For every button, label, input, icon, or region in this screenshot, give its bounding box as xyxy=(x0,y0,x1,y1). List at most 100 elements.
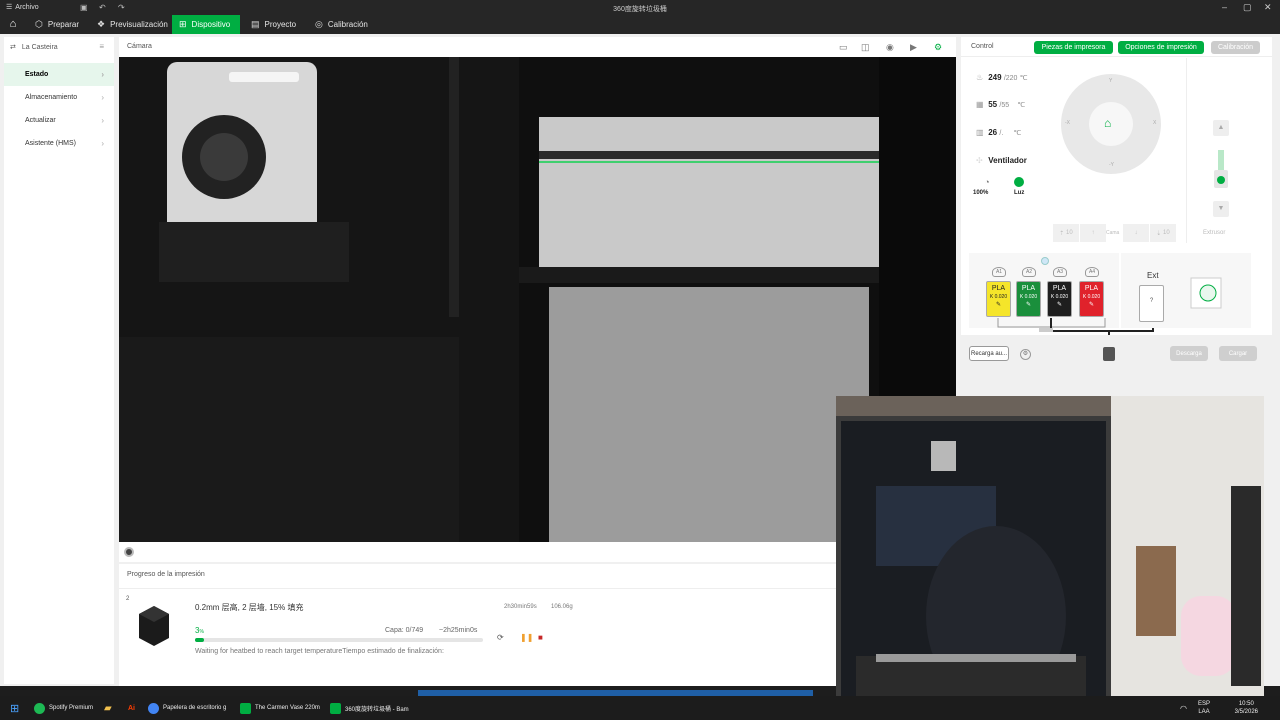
taskbar-app-label: Spotify Premium xyxy=(49,705,94,711)
bed-down-10-button[interactable]: ⇣ 10 xyxy=(1150,224,1176,242)
sd-card-icon[interactable]: ▭ xyxy=(839,42,848,53)
taskbar: ⊞ Spotify Premium ▰ Ai Papelera de escri… xyxy=(0,690,1280,720)
printer-parts-button[interactable]: Piezas de impresora xyxy=(1034,41,1113,54)
tab-project[interactable]: ▤ Proyecto xyxy=(244,15,303,34)
settings-icon[interactable]: ⚙ xyxy=(934,42,942,53)
taskbar-app-bambu-1[interactable]: The Carmen Vase 220m xyxy=(240,700,320,716)
chevron-right-icon: › xyxy=(101,93,104,102)
ext-slot[interactable]: ? xyxy=(1139,285,1164,322)
divider xyxy=(1186,58,1187,243)
tab-label: Proyecto xyxy=(264,20,297,29)
ams-settings-icon[interactable]: ⚙ xyxy=(1020,349,1031,360)
device-icon: ⊞ xyxy=(179,19,187,29)
taskbar-app-spotify[interactable]: Spotify Premium xyxy=(34,700,93,716)
light-icon[interactable] xyxy=(1014,177,1024,187)
eta-label: Tiempo estimado de finalización: xyxy=(342,648,444,655)
chevron-right-icon: › xyxy=(101,139,104,148)
toolhead-icon xyxy=(1103,347,1115,361)
taskbar-app-label: The Carmen Vase 220m xyxy=(255,705,320,711)
unload-button[interactable]: Descarga xyxy=(1170,346,1208,361)
sidebar-item-update[interactable]: Actualizar › xyxy=(4,109,114,132)
calibration-button[interactable]: Calibración xyxy=(1211,41,1260,54)
tab-label: Preparar xyxy=(47,20,79,29)
bed-target: /55 xyxy=(999,102,1010,109)
jog-y-plus[interactable]: Y xyxy=(1109,78,1112,84)
record-icon[interactable] xyxy=(124,547,134,557)
tab-preview[interactable]: ❖ Previsualización xyxy=(90,15,175,34)
jog-x-minus[interactable]: -X xyxy=(1065,120,1070,126)
home-icon[interactable]: ⌂ xyxy=(4,17,22,32)
camera-feed xyxy=(119,57,956,542)
pip-video-overlay xyxy=(836,396,1264,716)
status-message: Waiting for heatbed to reach target temp… xyxy=(195,648,343,655)
speed-icon[interactable]: ◔ xyxy=(978,177,996,187)
chamber-temp[interactable]: ▥ 26 /. ℃ xyxy=(976,128,1021,137)
folder-icon[interactable]: ▰ xyxy=(104,700,112,716)
project-icon: ▤ xyxy=(251,19,260,29)
media-progress-strip xyxy=(418,690,813,696)
sidebar-item-storage[interactable]: Almacenamiento › xyxy=(4,86,114,109)
close-icon[interactable]: ✕ xyxy=(1264,2,1272,13)
bed-down-1-button[interactable]: ↓ xyxy=(1123,224,1149,242)
tab-device[interactable]: ⊞ Dispositivo xyxy=(172,15,240,34)
minimize-icon[interactable]: – xyxy=(1222,2,1227,12)
axis-jog-pad[interactable]: ⌂ Y -Y -X X xyxy=(1061,74,1161,174)
ext-slot-value: ? xyxy=(1149,298,1154,304)
remaining-time: ~2h25min0s xyxy=(439,627,478,634)
fan-control[interactable]: ✣ Ventilador xyxy=(976,156,1027,165)
tab-calibration[interactable]: ◎ Calibración xyxy=(308,15,375,34)
bed-up-10-button[interactable]: ⇡ 10 xyxy=(1053,224,1079,242)
calibration-icon: ◎ xyxy=(315,19,323,29)
nozzle-icon: ♨ xyxy=(976,73,984,82)
progress-percent: 3% xyxy=(195,626,204,635)
fan-speed-value: 100% xyxy=(973,190,989,196)
load-button[interactable]: Cargar xyxy=(1219,346,1257,361)
bed-up-1-button[interactable]: ↑ xyxy=(1080,224,1106,242)
bed-temp-value: 55 xyxy=(988,100,998,109)
language-indicator[interactable]: ESP LAA xyxy=(1198,700,1210,716)
spotify-icon xyxy=(34,702,45,714)
taskbar-app-bambu-2[interactable]: 360度旋转垃圾桶 - Bam xyxy=(330,700,409,716)
taskbar-app-chrome[interactable]: Papelera de escritorio g xyxy=(148,700,226,716)
illustrator-icon[interactable]: Ai xyxy=(128,700,135,716)
status-text: Waiting for heatbed to reach target temp… xyxy=(195,648,444,655)
extruder-down-button[interactable]: ▼ xyxy=(1213,201,1229,217)
pip-video-image xyxy=(836,396,1264,716)
sidebar-item-hms[interactable]: Asistente (HMS) › xyxy=(4,132,114,155)
network-icon[interactable]: ◠ xyxy=(1180,700,1187,716)
video-icon[interactable]: ▶ xyxy=(910,42,917,53)
pause-icon[interactable]: ❚❚ xyxy=(520,633,533,642)
nozzle-temp[interactable]: ♨ 249 /220 ℃ xyxy=(976,73,1028,82)
job-weight: 106.06g xyxy=(551,604,573,610)
jog-y-minus[interactable]: -Y xyxy=(1109,162,1114,168)
camera-image xyxy=(119,57,956,542)
stop-icon[interactable]: ■ xyxy=(538,633,543,642)
filter-icon[interactable]: ≡ xyxy=(99,42,104,51)
chrome-icon xyxy=(148,702,159,714)
windows-start-icon[interactable]: ⊞ xyxy=(10,700,19,716)
plate-count: 2 xyxy=(126,596,130,602)
tab-label: Dispositivo xyxy=(191,20,231,29)
layer-count: Capa: 0/749 xyxy=(385,627,424,634)
extruder-up-button[interactable]: ▲ xyxy=(1213,120,1229,136)
window-title: 360度旋转垃圾桶 xyxy=(613,6,667,13)
timelapse-icon[interactable]: ◫ xyxy=(861,42,870,53)
tab-prepare[interactable]: ⬡ Preparar xyxy=(28,15,86,34)
auto-reload-button[interactable]: Recarga au... xyxy=(969,346,1009,361)
system-clock[interactable]: 10:50 3/5/2026 xyxy=(1235,700,1258,716)
job-name: 0.2mm 层高, 2 层墙, 15% 填充 xyxy=(195,603,304,612)
webcam-icon[interactable]: ◉ xyxy=(886,42,894,53)
print-options-button[interactable]: Opciones de impresión xyxy=(1118,41,1204,54)
cube-icon: ⬡ xyxy=(35,19,43,29)
fan-label: Ventilador xyxy=(988,156,1027,165)
sidebar-item-label: Almacenamiento xyxy=(25,94,78,101)
chamber-icon: ▥ xyxy=(976,128,984,137)
printer-selector[interactable]: ⇄ La Casteira ≡ xyxy=(4,37,114,57)
home-axes-icon[interactable]: ⌂ xyxy=(1104,116,1111,130)
bed-temp[interactable]: ▦ 55 /55 ℃ xyxy=(976,100,1025,109)
refresh-icon[interactable]: ⟳ xyxy=(497,633,504,642)
maximize-icon[interactable]: ▢ xyxy=(1243,2,1252,13)
sidebar-item-status[interactable]: Estado › xyxy=(4,63,114,86)
jog-x-plus[interactable]: X xyxy=(1153,120,1156,126)
extruder-filament xyxy=(1218,150,1224,170)
